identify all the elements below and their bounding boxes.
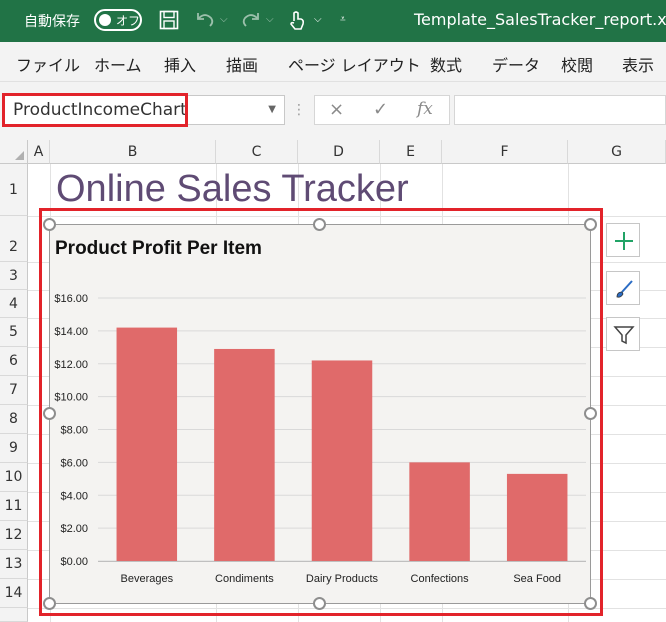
resize-handle-bottom-right[interactable] <box>584 597 597 610</box>
chart-styles-brush-icon <box>616 280 633 298</box>
chart-filters-button[interactable] <box>606 317 640 351</box>
resize-handle-right[interactable] <box>584 407 597 420</box>
resize-handle-left[interactable] <box>43 407 56 420</box>
chart-filters-funnel-icon <box>613 326 635 345</box>
resize-handle-bottom-left[interactable] <box>43 597 56 610</box>
resize-handle-bottom[interactable] <box>313 597 326 610</box>
chart-elements-button[interactable] <box>606 223 640 257</box>
resize-handle-top-left[interactable] <box>43 218 56 231</box>
resize-handle-top-right[interactable] <box>584 218 597 231</box>
chart-styles-button[interactable] <box>606 271 640 305</box>
resize-handle-top[interactable] <box>313 218 326 231</box>
chart-highlight <box>39 208 603 616</box>
chart-elements-plus-icon <box>615 232 633 250</box>
